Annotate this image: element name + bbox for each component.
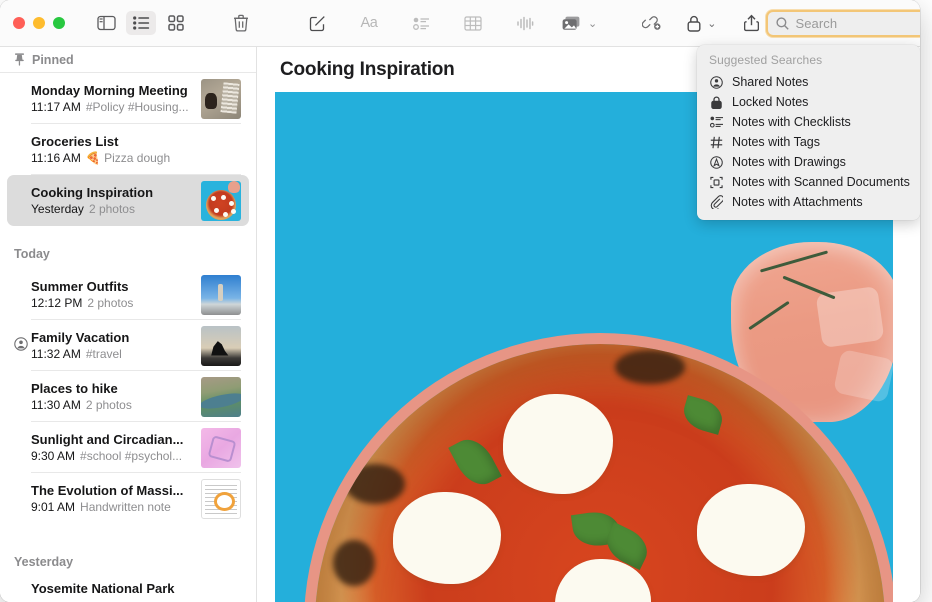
note-thumbnail <box>201 326 241 366</box>
format-button[interactable]: Aa <box>354 11 384 35</box>
checklist-button[interactable] <box>406 11 436 35</box>
note-subtitle: 2 photos <box>87 296 133 310</box>
chevron-down-icon: ⌄ <box>588 17 597 30</box>
note-title: Cooking Inspiration <box>31 185 195 200</box>
toolbar: Aa <box>0 0 920 47</box>
menu-item-label: Notes with Drawings <box>732 155 846 169</box>
delete-button[interactable] <box>226 11 256 35</box>
close-button[interactable] <box>13 17 25 29</box>
menu-item-shared-notes[interactable]: Shared Notes <box>697 72 920 92</box>
section-header-label: Pinned <box>32 53 74 67</box>
hash-icon <box>709 135 724 150</box>
share-button[interactable] <box>736 11 766 35</box>
section-header-yesterday: Yesterday <box>0 538 256 577</box>
collaborate-button[interactable] <box>637 11 667 35</box>
note-thumbnail <box>201 275 241 315</box>
note-title: Sunlight and Circadian... <box>31 432 195 447</box>
section-header-label: Today <box>14 247 50 261</box>
zoom-button[interactable] <box>53 17 65 29</box>
list-item[interactable]: Yosemite National Park <box>7 577 249 602</box>
scan-icon <box>709 175 724 190</box>
menu-item-notes-with-tags[interactable]: Notes with Tags <box>697 132 920 152</box>
list-view-button[interactable] <box>126 11 156 35</box>
note-thumbnail <box>201 181 241 221</box>
note-time: 9:01 AM <box>31 500 75 514</box>
table-button[interactable] <box>458 11 488 35</box>
note-title: Places to hike <box>31 381 195 396</box>
list-item[interactable]: Groceries List 11:16 AM 🍕 Pizza dough <box>7 124 249 175</box>
list-item[interactable]: Summer Outfits 12:12 PM 2 photos <box>7 269 249 320</box>
notes-list-sidebar[interactable]: Pinned Monday Morning Meeting 11:17 AM #… <box>0 47 257 602</box>
dropdown-title: Suggested Searches <box>697 51 920 72</box>
note-subtitle: #travel <box>86 347 122 361</box>
shared-person-icon <box>14 337 28 351</box>
minimize-button[interactable] <box>33 17 45 29</box>
note-subtitle: #school #psychol... <box>80 449 182 463</box>
note-subtitle: #Policy #Housing... <box>86 100 189 114</box>
menu-item-label: Locked Notes <box>732 95 808 109</box>
list-item[interactable]: Sunlight and Circadian... 9:30 AM #schoo… <box>7 422 249 473</box>
lock-button[interactable]: ⌄ <box>687 11 716 35</box>
note-time: 11:17 AM <box>31 100 81 114</box>
pin-icon <box>14 53 25 66</box>
note-thumbnail <box>201 428 241 468</box>
note-subtitle: Handwritten note <box>80 500 171 514</box>
shared-person-icon <box>709 75 724 90</box>
section-header-pinned: Pinned <box>0 47 256 73</box>
list-item[interactable]: Family Vacation 11:32 AM #travel <box>7 320 249 371</box>
menu-item-notes-with-drawings[interactable]: Notes with Drawings <box>697 152 920 172</box>
drawing-icon <box>709 155 724 170</box>
note-subtitle: 2 photos <box>86 398 132 412</box>
notes-window: Aa <box>0 0 920 602</box>
menu-item-label: Notes with Scanned Documents <box>732 175 910 189</box>
section-header-today: Today <box>0 230 256 269</box>
chevron-down-icon: ⌄ <box>707 17 716 30</box>
menu-item-notes-with-attachments[interactable]: Notes with Attachments <box>697 192 920 212</box>
search-container: Search <box>766 10 920 37</box>
paperclip-icon <box>709 195 724 210</box>
list-item[interactable]: Places to hike 11:30 AM 2 photos <box>7 371 249 422</box>
note-thumbnail <box>201 79 241 119</box>
audio-button[interactable] <box>510 11 540 35</box>
note-title: The Evolution of Massi... <box>31 483 195 498</box>
menu-item-notes-with-checklists[interactable]: Notes with Checklists <box>697 112 920 132</box>
note-subtitle: 🍕 Pizza dough <box>86 151 170 165</box>
note-title: Family Vacation <box>31 330 195 345</box>
list-item-selected[interactable]: Cooking Inspiration Yesterday 2 photos <box>7 175 249 226</box>
note-time: 9:30 AM <box>31 449 75 463</box>
section-header-label: Yesterday <box>14 555 73 569</box>
search-icon <box>776 17 789 30</box>
note-time: 11:16 AM <box>31 151 81 165</box>
note-time: 12:12 PM <box>31 296 82 310</box>
sidebar-toggle-button[interactable] <box>91 11 121 35</box>
note-thumbnail <box>201 377 241 417</box>
note-title: Yosemite National Park <box>31 577 241 596</box>
menu-item-label: Shared Notes <box>732 75 808 89</box>
lock-icon <box>709 95 724 110</box>
compose-button[interactable] <box>302 11 332 35</box>
format-label: Aa <box>361 15 378 31</box>
note-thumbnail <box>201 479 241 519</box>
note-time: 11:32 AM <box>31 347 81 361</box>
search-placeholder: Search <box>795 16 837 31</box>
note-subtitle: 2 photos <box>89 202 135 216</box>
note-title: Groceries List <box>31 134 241 149</box>
note-time: 11:30 AM <box>31 398 81 412</box>
suggested-searches-dropdown: Suggested Searches Shared Notes Locked N… <box>697 45 920 220</box>
note-time: Yesterday <box>31 202 84 216</box>
note-title: Summer Outfits <box>31 279 195 294</box>
list-item[interactable]: Monday Morning Meeting 11:17 AM #Policy … <box>7 73 249 124</box>
list-item[interactable]: The Evolution of Massi... 9:01 AM Handwr… <box>7 473 249 524</box>
media-button[interactable]: ⌄ <box>562 11 597 35</box>
menu-item-notes-with-scanned-documents[interactable]: Notes with Scanned Documents <box>697 172 920 192</box>
note-title: Monday Morning Meeting <box>31 83 195 98</box>
menu-item-locked-notes[interactable]: Locked Notes <box>697 92 920 112</box>
menu-item-label: Notes with Attachments <box>732 195 863 209</box>
menu-item-label: Notes with Checklists <box>732 115 851 129</box>
search-input[interactable]: Search <box>766 10 920 37</box>
checklist-icon <box>709 115 724 130</box>
gallery-view-button[interactable] <box>161 11 191 35</box>
menu-item-label: Notes with Tags <box>732 135 820 149</box>
traffic-lights <box>0 17 65 29</box>
